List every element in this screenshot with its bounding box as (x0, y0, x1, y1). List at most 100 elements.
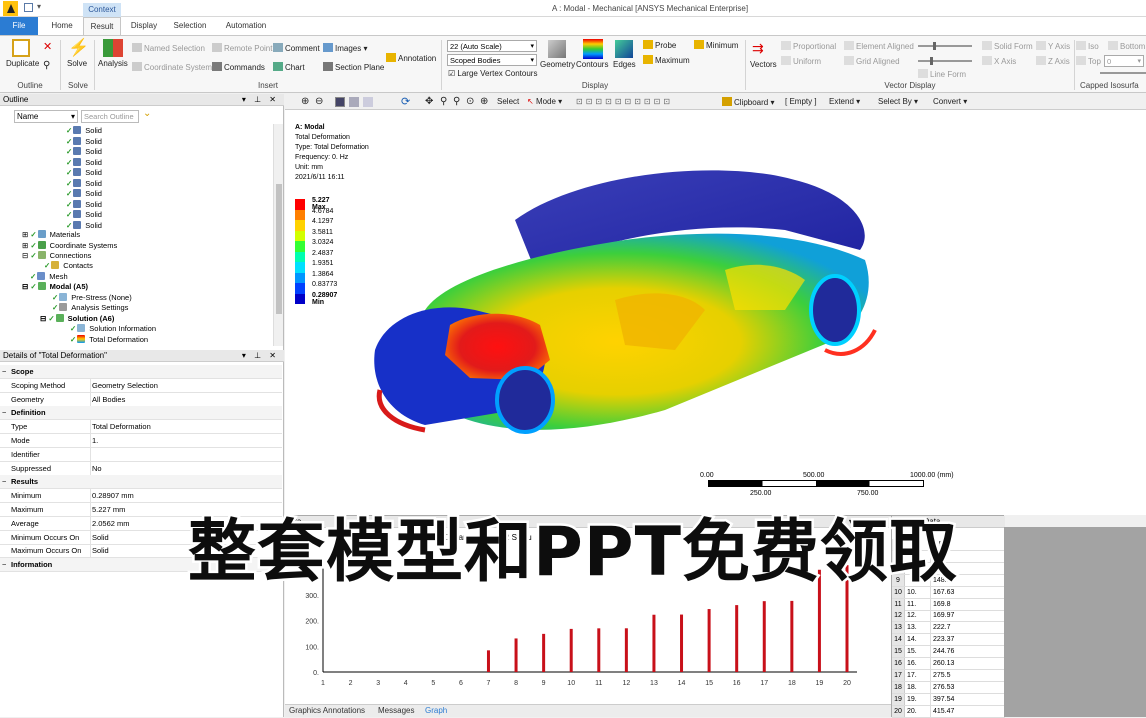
frequency-bar[interactable] (542, 633, 546, 672)
tree-prestress[interactable]: ✓ Pre-Stress (None) (52, 293, 132, 303)
outline-scroll-thumb[interactable] (276, 184, 282, 314)
vector-density-knob[interactable] (930, 57, 933, 65)
vector-length-knob[interactable] (933, 42, 936, 50)
outline-search-input[interactable]: Search Outline (81, 110, 139, 123)
details-row[interactable]: Type Total Deformation (0, 420, 282, 435)
solve-button[interactable]: Solve (67, 59, 87, 68)
iso-view-icon[interactable] (335, 97, 345, 107)
details-row[interactable]: Minimum 0.28907 mm (0, 489, 282, 504)
details-row[interactable]: Suppressed No (0, 461, 282, 476)
coordinate-system-button[interactable]: Coordinate System (132, 62, 212, 72)
frequency-bar[interactable] (680, 614, 684, 672)
clipboard-dropdown[interactable]: Clipboard ▾ (722, 97, 775, 107)
qat-dropdown-icon[interactable]: ▾ (37, 2, 41, 11)
probe-button[interactable]: Probe (643, 40, 676, 50)
frequency-bar[interactable] (790, 600, 794, 672)
tree-solid[interactable]: ✓ Solid (66, 210, 102, 220)
z-axis-button[interactable]: Z Axis (1036, 56, 1070, 66)
details-section[interactable]: Definition (0, 406, 282, 421)
tab-messages[interactable]: Messages (378, 706, 414, 715)
zoom-icon[interactable]: ⚲ (440, 96, 447, 107)
grid-aligned-button[interactable]: Grid Aligned (844, 56, 900, 66)
element-aligned-button[interactable]: Element Aligned (844, 41, 914, 51)
details-row[interactable]: Identifier (0, 447, 282, 462)
details-section[interactable]: Results (0, 475, 282, 490)
chart-button[interactable]: Chart (273, 62, 305, 72)
details-row[interactable]: Scoping Method Geometry Selection (0, 378, 282, 393)
tab-result[interactable]: Result (83, 17, 121, 35)
delete-icon[interactable]: ✕ (43, 40, 52, 53)
zoom-out-icon[interactable]: ⊖ (315, 96, 323, 107)
zoom-fit-icon[interactable]: ⊙ (466, 96, 474, 107)
tree-solid[interactable]: ✓ Solid (66, 147, 102, 157)
top-button[interactable]: Top (1076, 56, 1101, 66)
table-row[interactable]: 16 16. 260.13 (892, 658, 1005, 670)
remote-point-button[interactable]: Remote Point (212, 43, 272, 53)
duplicate-button[interactable]: Duplicate (6, 59, 39, 68)
scale-combo[interactable]: 22 (Auto Scale) (447, 40, 537, 52)
select-label[interactable]: Select (497, 97, 519, 106)
frequency-bar[interactable] (707, 609, 711, 672)
vectors-button[interactable]: Vectors (750, 60, 777, 69)
tree-solid[interactable]: ✓ Solid (66, 199, 102, 210)
iso-button[interactable]: Iso (1076, 41, 1099, 51)
section-plane-button[interactable]: Section Plane (323, 62, 384, 72)
annotation-button[interactable]: Annotation (386, 53, 436, 63)
frequency-bar[interactable] (624, 628, 628, 672)
top-value-input[interactable]: 0 (1104, 55, 1144, 67)
box-zoom-icon[interactable]: ⚲ (453, 96, 460, 107)
table-row[interactable]: 20 20. 415.47 (892, 705, 1005, 718)
find-icon[interactable]: ⚲ (43, 60, 50, 71)
tree-coordinate-systems[interactable]: ⊞ ✓ Coordinate Systems (22, 241, 117, 251)
table-row[interactable]: 19 19. 397.54 (892, 693, 1005, 706)
tab-automation[interactable]: Automation (218, 17, 274, 35)
comment-button[interactable]: Comment (273, 43, 320, 53)
tab-graphics-annotations[interactable]: Graphics Annotations (289, 706, 365, 715)
line-form-button[interactable]: Line Form (918, 69, 966, 79)
tab-selection[interactable]: Selection (168, 17, 212, 35)
convert-dropdown[interactable]: Convert ▾ (933, 97, 967, 106)
uniform-button[interactable]: Uniform (781, 56, 821, 66)
tab-graph[interactable]: Graph (425, 706, 447, 715)
tab-home[interactable]: Home (44, 17, 80, 35)
geometry-button[interactable]: Geometry (540, 60, 575, 69)
selection-filter-icons[interactable]: ⊡⊡⊡⊡⊡⊡⊡⊡⊡⊡ (576, 97, 673, 106)
tree-modal[interactable]: ⊟ ✓ Modal (A5) (22, 282, 88, 292)
front-view-icon[interactable] (349, 97, 359, 107)
named-selection-button[interactable]: Named Selection (132, 43, 205, 53)
details-section[interactable]: Scope (0, 365, 282, 379)
outline-scrollbar[interactable] (273, 124, 283, 346)
tree-solid[interactable]: ✓ Solid (66, 189, 102, 199)
tree-contacts[interactable]: ✓ Contacts (44, 261, 93, 271)
contours-button[interactable]: Contours (576, 60, 608, 69)
tree-solution[interactable]: ⊟ ✓ Solution (A6) (40, 314, 114, 324)
tree-materials[interactable]: ⊞ ✓ Materials (22, 230, 80, 240)
select-by-dropdown[interactable]: Select By ▾ (878, 97, 918, 106)
tree-analysis-settings[interactable]: ✓ Analysis Settings (52, 303, 128, 313)
frequency-bar[interactable] (569, 628, 573, 672)
tab-file[interactable]: File (0, 17, 38, 35)
zoom-in-icon[interactable]: ⊕ (301, 96, 309, 107)
frequency-bar[interactable] (514, 638, 518, 672)
frequency-bar[interactable] (762, 601, 766, 672)
images-button[interactable]: Images ▾ (323, 43, 367, 53)
pane-controls[interactable]: ▾ ⊥ ✕ (242, 350, 279, 362)
tree-solution-info[interactable]: ✓ Solution Information (70, 324, 156, 334)
save-icon[interactable] (24, 3, 33, 12)
frequency-bar[interactable] (597, 628, 601, 672)
x-axis-button[interactable]: X Axis (982, 56, 1016, 66)
iso-slider[interactable] (1100, 72, 1146, 74)
tree-connections[interactable]: ⊟ ✓ Connections (22, 251, 91, 261)
tree-solid[interactable]: ✓ Solid (66, 178, 102, 189)
analysis-button[interactable]: Analysis (98, 59, 128, 68)
extend-dropdown[interactable]: Extend ▾ (829, 97, 860, 106)
tree-total-deformation[interactable]: ✓ Total Deformation (70, 335, 148, 345)
commands-button[interactable]: Commands (212, 62, 265, 72)
magnifier-icon[interactable]: ⊕ (480, 96, 488, 107)
fit-view-icon[interactable] (363, 97, 373, 107)
bodies-combo[interactable]: Scoped Bodies (447, 54, 537, 66)
frequency-bar[interactable] (652, 614, 656, 672)
vector-length-slider[interactable] (918, 45, 972, 47)
tree-solid[interactable]: ✓ Solid (66, 168, 102, 178)
table-row[interactable]: 18 18. 276.53 (892, 681, 1005, 694)
